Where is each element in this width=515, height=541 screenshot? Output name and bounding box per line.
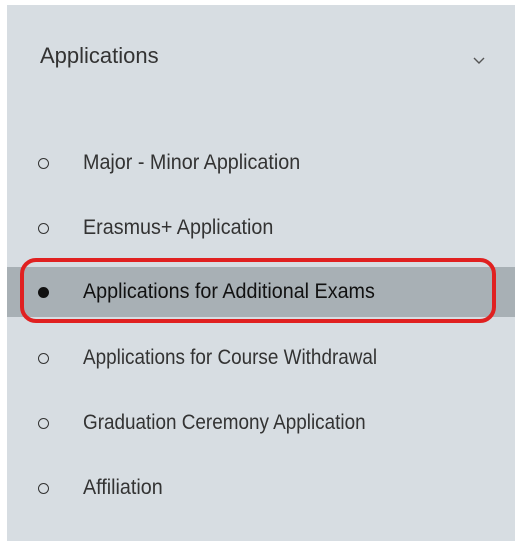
menu-item-label: Applications for Additional Exams — [83, 280, 375, 303]
menu-item-major-minor-application[interactable]: Major - Minor Application — [7, 138, 515, 188]
menu-item-applications-for-additional-exams[interactable]: Applications for Additional Exams — [7, 267, 515, 317]
menu-item-erasmus-application[interactable]: Erasmus+ Application — [7, 203, 515, 253]
circle-outline-icon — [38, 223, 49, 234]
menu-item-applications-for-course-withdrawal[interactable]: Applications for Course Withdrawal — [7, 333, 515, 383]
chevron-down-icon[interactable] — [472, 55, 486, 65]
menu-item-graduation-ceremony-application[interactable]: Graduation Ceremony Application — [7, 398, 515, 448]
menu-item-affiliation[interactable]: Affiliation — [7, 463, 515, 513]
circle-outline-icon — [38, 353, 49, 364]
menu-item-label: Erasmus+ Application — [83, 216, 274, 239]
circle-outline-icon — [38, 483, 49, 494]
circle-outline-icon — [38, 158, 49, 169]
sidebar-panel: Applications Major - Minor Application E… — [7, 5, 515, 541]
applications-section-header[interactable]: Applications — [7, 5, 515, 105]
menu-item-label: Graduation Ceremony Application — [83, 411, 366, 434]
menu-item-label: Major - Minor Application — [83, 151, 301, 174]
menu-item-label: Applications for Course Withdrawal — [83, 346, 378, 369]
circle-outline-icon — [38, 418, 49, 429]
section-title: Applications — [40, 43, 159, 68]
circle-filled-icon — [38, 287, 49, 298]
menu-item-label: Affiliation — [83, 476, 163, 499]
